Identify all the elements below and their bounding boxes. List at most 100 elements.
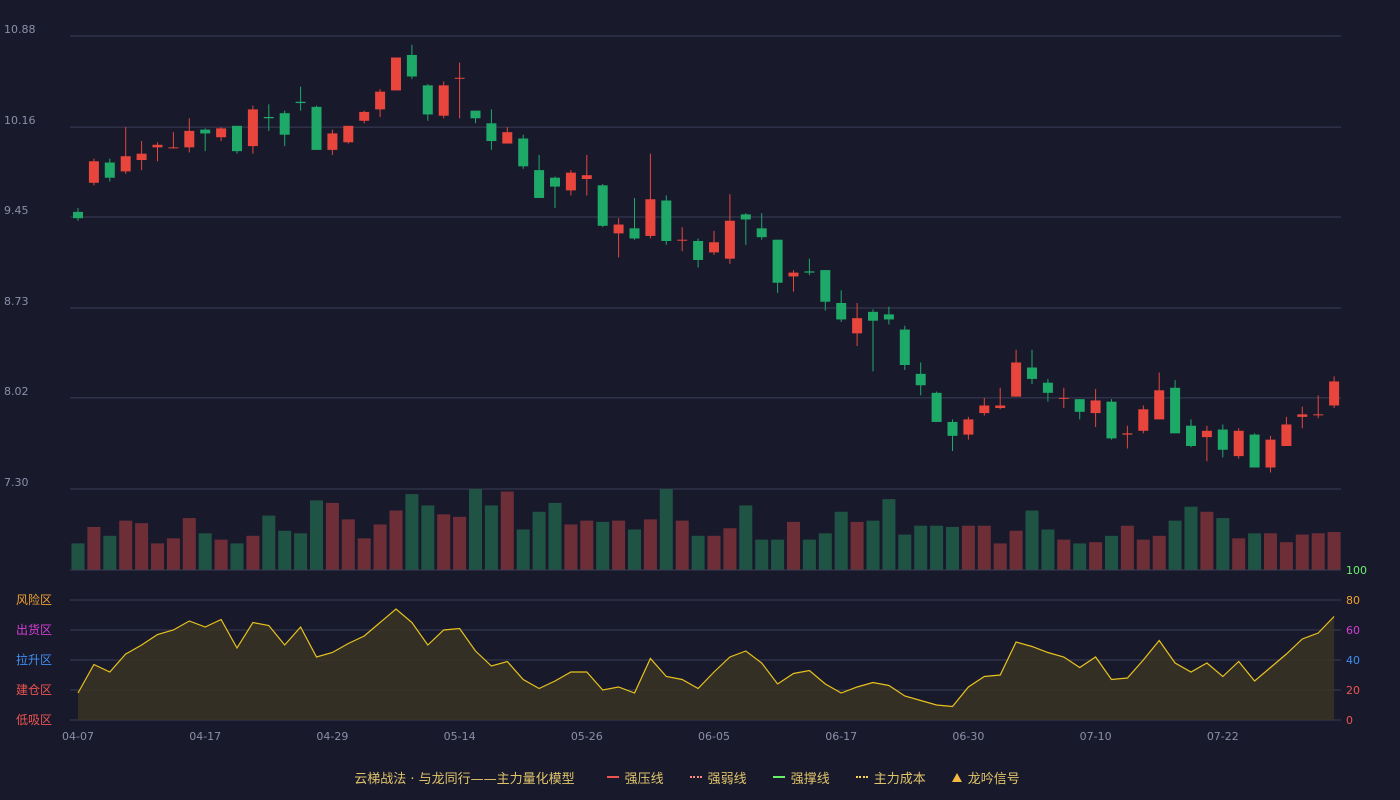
volume-bar	[548, 502, 562, 570]
legend-swatch-strong-support	[772, 776, 785, 778]
chart-legend: 云梯战法 · 与龙同行——主力量化模型 强压线 强弱线 强撑线 主力成本 龙吟信…	[0, 766, 1400, 788]
candle-body	[1297, 414, 1308, 417]
volume-bar	[723, 528, 737, 570]
volume-bar	[182, 518, 196, 570]
candle-body	[184, 130, 195, 148]
x-tick-label: 07-22	[1207, 730, 1239, 743]
volume-bar	[977, 525, 991, 570]
volume-bar	[1041, 529, 1055, 570]
volume-bar	[866, 520, 880, 570]
legend-item-strength-line[interactable]: 强弱线	[689, 768, 747, 787]
volume-bar	[1120, 525, 1134, 570]
x-tick-label: 07-10	[1080, 730, 1112, 743]
volume-bar	[1009, 530, 1023, 570]
candle-body	[1106, 401, 1117, 439]
candle-body	[645, 199, 656, 236]
legend-item-strong-support[interactable]: 强撑线	[772, 768, 830, 787]
volume-bar	[1311, 533, 1325, 570]
candle-body	[263, 116, 274, 119]
price-tick-label: 9.45	[4, 204, 29, 217]
volume-bar	[1232, 538, 1246, 570]
volume-bar	[453, 516, 467, 570]
legend-item-dragon-signal[interactable]: 龙吟信号	[951, 768, 1020, 787]
volume-bar	[341, 519, 355, 570]
candle-body	[391, 57, 401, 91]
volume-bar	[659, 489, 673, 570]
candle-body	[1027, 367, 1037, 379]
legend-swatch-strong-pressure	[606, 776, 619, 778]
volume-bar	[580, 520, 594, 570]
candle-body	[995, 405, 1006, 409]
volume-bar	[1279, 542, 1293, 570]
volume-bar	[469, 489, 482, 570]
legend-item-main-cost[interactable]: 主力成本	[855, 768, 926, 787]
x-tick-label: 04-07	[62, 730, 94, 743]
candle-body	[852, 318, 863, 334]
candle-body	[279, 113, 290, 135]
volume-bar	[755, 539, 769, 570]
candle-body	[899, 329, 910, 365]
volume-bar	[643, 519, 657, 570]
x-tick-label: 04-29	[316, 730, 348, 743]
volume-bar	[946, 526, 959, 570]
candle-body	[804, 271, 815, 273]
volume-bar	[739, 505, 753, 570]
candle-body	[915, 373, 926, 386]
volume-bar	[993, 543, 1007, 570]
candle-body	[502, 132, 513, 144]
legend-label-strong-support: 强撑线	[790, 771, 830, 787]
candle-body	[693, 240, 704, 260]
candle-body	[168, 147, 179, 149]
zone-label: 低吸区	[16, 713, 52, 727]
x-tick-label: 05-26	[571, 730, 603, 743]
legend-label-main-cost: 主力成本	[873, 771, 926, 787]
candle-body	[422, 85, 433, 115]
volume-bar	[1152, 535, 1166, 570]
price-tick-label: 10.88	[4, 23, 36, 36]
candle-body	[1186, 425, 1196, 446]
candle-body	[1329, 381, 1340, 406]
volume-bar	[325, 502, 339, 570]
x-tick-label: 05-14	[444, 730, 476, 743]
volume-bar	[1025, 510, 1039, 570]
candle-body	[597, 185, 608, 226]
legend-label-dragon-signal: 龙吟信号	[967, 771, 1020, 787]
volume-bar	[1295, 534, 1309, 570]
candle-body	[709, 242, 719, 253]
candle-body	[1058, 397, 1069, 399]
volume-bar	[1184, 506, 1198, 570]
volume-bar	[500, 491, 514, 570]
volume-bar	[71, 543, 85, 570]
volume-bar	[1073, 543, 1087, 570]
volume-bar	[1136, 539, 1150, 570]
volume-bar	[230, 543, 244, 570]
candle-body	[1090, 400, 1101, 414]
candle-body	[486, 123, 497, 142]
candle-body	[931, 392, 942, 422]
volume-bar	[1105, 535, 1118, 570]
volume-bar	[834, 511, 848, 570]
candle-body	[247, 109, 258, 147]
volume-bar	[564, 524, 578, 570]
candle-body	[518, 138, 529, 167]
volume-bar	[596, 521, 610, 570]
volume-bar	[1248, 533, 1262, 570]
volume-bar	[818, 533, 832, 570]
zone-label: 建仓区	[16, 683, 52, 697]
legend-label-strong-pressure: 强压线	[624, 771, 664, 787]
price-tick-label: 8.73	[4, 295, 29, 308]
oscillator-tick-label: 0	[1346, 714, 1353, 727]
legend-item-strong-pressure[interactable]: 强压线	[606, 768, 664, 787]
candle-body	[581, 175, 592, 179]
volume-bar	[516, 529, 530, 570]
volume-bar	[1168, 520, 1182, 570]
volume-bar	[612, 520, 626, 570]
volume-bar	[1216, 518, 1230, 570]
volume-bar	[357, 538, 371, 570]
volume-bar	[882, 499, 896, 570]
price-tick-label: 10.16	[4, 114, 36, 127]
chart-root: 7.30 8.02 8.73 9.45 10.16 10.88 0 20 40 60 80 100 风险…	[0, 0, 1400, 800]
volume-bar	[707, 535, 721, 570]
candle-body	[820, 270, 831, 302]
legend-label-strength-line: 强弱线	[707, 771, 747, 787]
